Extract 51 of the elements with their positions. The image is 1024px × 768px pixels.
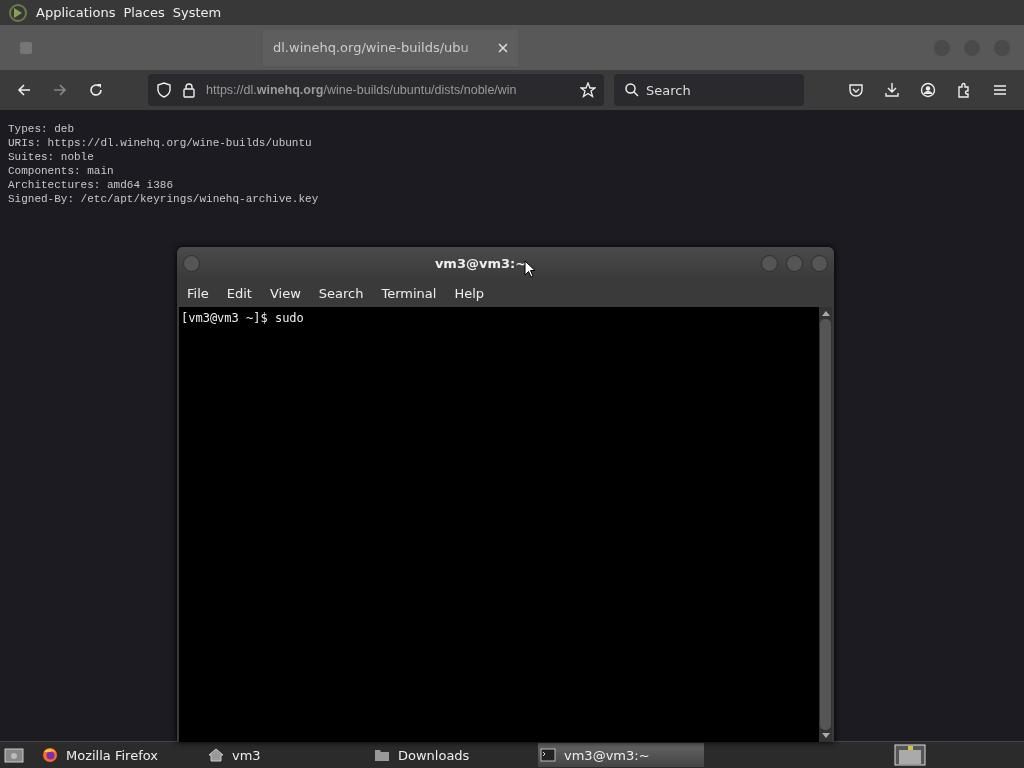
menu-item[interactable]: Terminal [375,285,445,301]
firefox-icon [42,747,58,763]
panel-menu[interactable]: Applications [36,5,116,20]
scroll-down-icon[interactable] [821,733,830,739]
scrollbar[interactable] [819,307,832,742]
url-text: https://dl.winehq.org/wine-builds/ubuntu/dists/noble/win [206,83,518,97]
puzzle-icon[interactable] [956,82,972,98]
shield-icon[interactable] [156,82,172,98]
logo-icon[interactable] [8,2,28,23]
menu-item[interactable]: View [263,285,309,301]
taskbar-item[interactable]: vm3 [206,743,372,767]
text-line: Components: main [8,164,115,178]
text-line: URIs: https://dl.winehq.org/wine-builds/ubuntu [8,136,313,150]
text-line: Suites: noble [8,150,95,164]
address-bar[interactable]: https://dl.winehq.org/wine-builds/ubuntu/dists/noble/win [148,74,604,106]
panel-menu[interactable]: Places [123,5,165,20]
menu-item[interactable]: Search [312,285,372,301]
house-icon [208,747,224,763]
folder-icon [374,748,390,762]
search-field[interactable]: Search [614,74,804,106]
text-line: Signed-By: /etc/apt/keyrings/winehq-archive.key [8,192,320,206]
text-line: Architectures: amd64 i386 [8,178,175,192]
page-icon [18,39,34,56]
menu-item[interactable]: File [181,285,217,301]
back-icon[interactable] [16,82,32,98]
text-line: Types: deb [8,122,75,136]
reload-icon[interactable] [88,82,104,98]
panel-menu[interactable]: System [172,5,222,20]
menu-item[interactable]: Help [448,285,493,301]
taskbar-item[interactable]: vm3@vm3:~ [538,743,704,767]
star-icon[interactable] [580,82,596,98]
download-icon[interactable] [884,82,900,98]
taskbar-item[interactable]: Mozilla Firefox [40,743,206,767]
window-title: vm3@vm3:~ [434,255,527,271]
pocket-icon[interactable] [848,82,864,98]
menu-icon[interactable] [992,82,1008,98]
search-icon [624,82,640,98]
terminal-line: [vm3@vm3 ~]$ sudo [181,311,305,325]
scrollbar-thumb[interactable] [820,319,831,730]
mouse-cursor-icon [524,260,536,278]
workspace-icon[interactable] [894,744,926,766]
menu-item[interactable]: Edit [220,285,260,301]
desktop-icon[interactable] [4,747,24,763]
forward-icon[interactable] [52,82,68,98]
scroll-up-icon[interactable] [821,310,830,316]
lock-icon[interactable] [182,82,196,98]
browser-tab[interactable]: dl.winehq.org/wine-builds/ubu [263,29,518,66]
account-icon[interactable] [920,82,936,98]
terminal-icon [540,748,556,762]
close-icon[interactable] [498,42,508,53]
taskbar-item[interactable]: Downloads [372,743,538,767]
